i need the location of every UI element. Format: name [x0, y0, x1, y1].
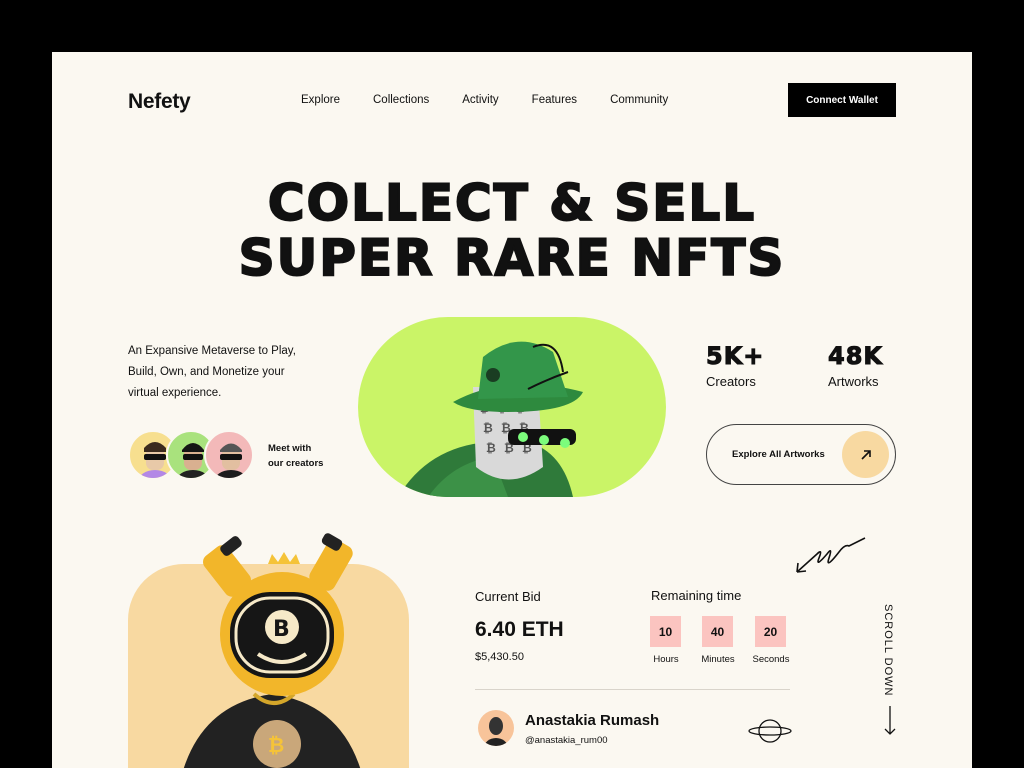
meet-line-2: our creators [268, 458, 324, 469]
squiggle-arrow-icon [793, 534, 869, 581]
nav-collections[interactable]: Collections [373, 94, 429, 106]
stat-artworks: 48K Artworks [828, 342, 883, 390]
svg-text:B: B [273, 617, 290, 642]
tagline: An Expansive Metaverse to Play, Build, O… [128, 345, 296, 399]
creator-avatars[interactable] [128, 430, 258, 482]
main-nav: Explore Collections Activity Features Co… [301, 94, 668, 106]
svg-text:₿: ₿ [483, 421, 493, 435]
remaining-time-label: Remaining time [651, 588, 742, 603]
current-bid-value: 6.40 ETH [475, 618, 564, 641]
explore-label: Explore All Artworks [732, 449, 825, 460]
planet-icon[interactable] [748, 716, 792, 751]
brand-logo[interactable]: Nefety [128, 90, 191, 114]
nav-features[interactable]: Features [532, 94, 577, 106]
svg-text:₿: ₿ [486, 441, 496, 455]
owner-name[interactable]: Anastakia Rumash [525, 712, 659, 729]
current-bid-usd: $5,430.50 [475, 651, 524, 663]
divider [475, 689, 790, 690]
timer-hours: 10 [650, 616, 681, 647]
arrow-up-right-icon [842, 431, 889, 478]
stat-label: Creators [706, 374, 756, 389]
timer-seconds: 20 [755, 616, 786, 647]
nav-community[interactable]: Community [610, 94, 668, 106]
current-bid-label: Current Bid [475, 589, 541, 604]
arrow-down-icon [884, 706, 896, 735]
scroll-down-indicator[interactable]: SCROLL DOWN [882, 604, 898, 744]
auction-nft-image[interactable]: ₿ B [162, 533, 402, 768]
owner-handle: @anastakia_rum00 [525, 735, 608, 746]
timer-minutes-caption: Minutes [701, 654, 735, 665]
featured-nft-image[interactable]: ₿₿₿ ₿₿₿ ₿₿₿ [358, 317, 666, 497]
nav-activity[interactable]: Activity [462, 94, 498, 106]
stat-label: Artworks [828, 374, 879, 389]
scroll-down-label: SCROLL DOWN [882, 604, 894, 697]
timer-minutes: 40 [702, 616, 733, 647]
connect-wallet-button[interactable]: Connect Wallet [788, 83, 896, 117]
explore-all-artworks-button[interactable]: Explore All Artworks [706, 424, 896, 485]
stat-creators: 5K+ Creators [705, 342, 765, 390]
meet-creators-link[interactable]: Meet with our creators [268, 441, 323, 471]
stat-value: 48K [828, 342, 883, 371]
svg-text:₿: ₿ [268, 733, 284, 757]
nav-explore[interactable]: Explore [301, 94, 340, 106]
hero-line-1: COLLECT & SELL [267, 174, 757, 232]
owner-avatar[interactable] [478, 710, 514, 746]
hero-line-2: SUPER RARE NFTS [238, 229, 786, 287]
hero-headline: COLLECT & SELL SUPER RARE NFTS [52, 174, 972, 287]
timer-hours-caption: Hours [653, 654, 679, 665]
timer-seconds-caption: Seconds [752, 654, 790, 665]
stat-value: 5K+ [705, 342, 765, 371]
page-frame: Nefety Explore Collections Activity Feat… [52, 52, 972, 768]
creator-avatar[interactable] [204, 430, 254, 480]
meet-line-1: Meet with [268, 443, 312, 454]
